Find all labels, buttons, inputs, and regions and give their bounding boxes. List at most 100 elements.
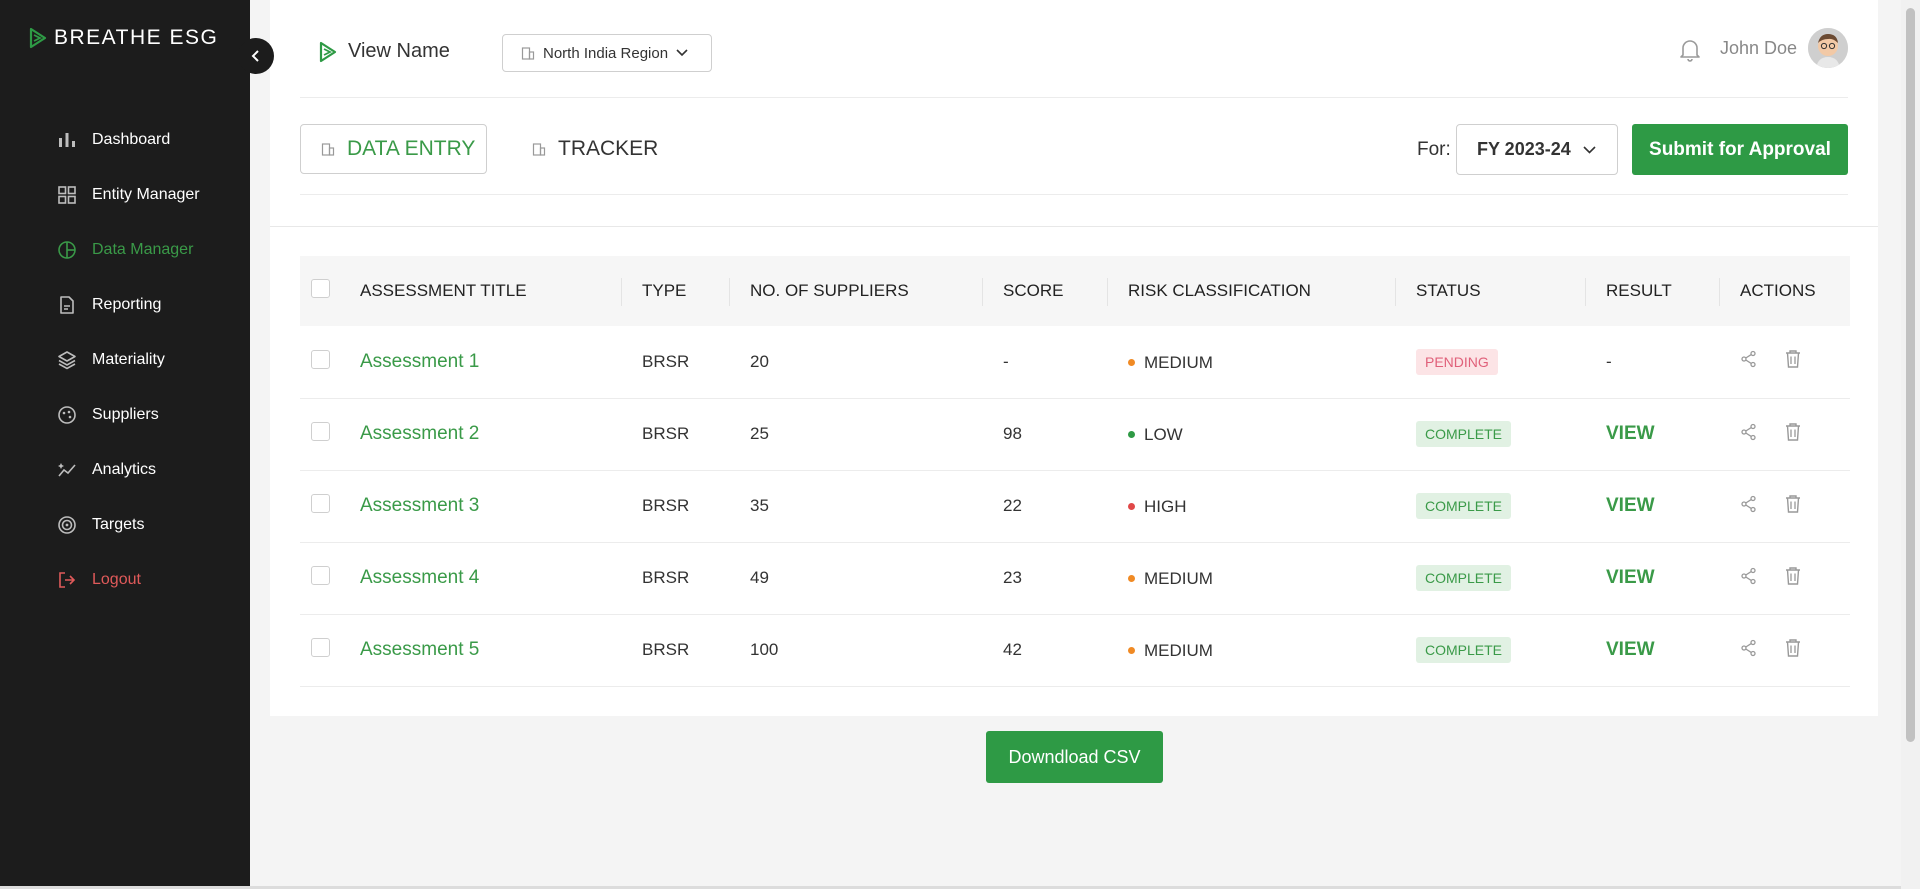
risk-dot — [1128, 431, 1135, 439]
submit-for-approval-button[interactable]: Submit for Approval — [1632, 124, 1848, 175]
chevron-left-icon — [251, 50, 259, 62]
status-badge: COMPLETE — [1416, 493, 1512, 519]
column-header: ASSESSMENT TITLE — [360, 281, 527, 300]
suppliers-cell: 100 — [750, 640, 779, 659]
scrollbar-thumb[interactable] — [1906, 8, 1915, 742]
risk-classification: LOW — [1128, 425, 1183, 445]
chevron-down-icon — [1583, 145, 1596, 154]
trash-icon[interactable] — [1784, 638, 1802, 663]
risk-label: HIGH — [1144, 496, 1187, 516]
assessment-title-link[interactable]: Assessment 1 — [360, 351, 479, 372]
sidebar-item-reporting[interactable]: Reporting — [0, 277, 250, 332]
risk-classification: MEDIUM — [1128, 641, 1213, 661]
brand-logo[interactable]: BREATHE ESG — [28, 26, 218, 50]
view-result-link[interactable]: VIEW — [1606, 639, 1655, 660]
sidebar-item-targets[interactable]: Targets — [0, 497, 250, 552]
assessment-title-link[interactable]: Assessment 2 — [360, 423, 479, 444]
avatar-image — [1808, 28, 1848, 68]
region-select[interactable]: North India Region — [502, 34, 712, 72]
row-checkbox[interactable] — [311, 638, 330, 657]
view-name[interactable]: View Name — [318, 40, 450, 63]
trash-icon[interactable] — [1784, 566, 1802, 591]
palette-icon — [58, 405, 76, 424]
trash-icon[interactable] — [1784, 349, 1802, 374]
pie-chart-icon — [58, 240, 76, 259]
view-result-link[interactable]: VIEW — [1606, 567, 1655, 588]
trash-icon[interactable] — [1784, 494, 1802, 519]
row-checkbox[interactable] — [311, 566, 330, 585]
fiscal-year-select[interactable]: FY 2023-24 — [1456, 124, 1618, 175]
status-badge: COMPLETE — [1416, 421, 1512, 447]
assessment-title-link[interactable]: Assessment 4 — [360, 567, 479, 588]
region-select-value: North India Region — [543, 44, 669, 62]
sidebar-item-suppliers[interactable]: Suppliers — [0, 387, 250, 442]
brand-name: BREATHE ESG — [54, 26, 219, 49]
sidebar: BREATHE ESG Dashboard Entity Manager Dat… — [0, 0, 250, 889]
type-cell: BRSR — [642, 568, 690, 587]
sidebar-collapse-button[interactable] — [238, 38, 274, 74]
for-label: For: — [1417, 139, 1451, 160]
avatar[interactable] — [1808, 28, 1848, 68]
logout-icon — [59, 571, 76, 588]
bar-chart-icon — [59, 132, 75, 147]
header-divider — [300, 97, 1848, 98]
scrollbar[interactable] — [1901, 0, 1920, 889]
risk-dot — [1128, 359, 1135, 366]
share-icon[interactable] — [1740, 495, 1758, 518]
tab-tracker[interactable]: TRACKER — [532, 124, 658, 174]
tab-label: DATA ENTRY — [347, 137, 476, 160]
user-name[interactable]: John Doe — [1720, 38, 1797, 59]
download-csv-button[interactable]: Downdload CSV — [986, 731, 1163, 783]
risk-dot — [1128, 503, 1135, 511]
column-header: RESULT — [1606, 281, 1672, 300]
status-badge: COMPLETE — [1416, 565, 1512, 591]
table-header-row: ASSESSMENT TITLE TYPE NO. OF SUPPLIERS S… — [300, 256, 1850, 326]
assessment-title-link[interactable]: Assessment 5 — [360, 639, 479, 660]
tab-data-entry[interactable]: DATA ENTRY — [300, 124, 487, 174]
assessment-table: ASSESSMENT TITLE TYPE NO. OF SUPPLIERS S… — [300, 256, 1850, 687]
score-cell: 98 — [1003, 424, 1022, 443]
risk-label: LOW — [1144, 424, 1183, 444]
table-row: Assessment 3 BRSR 35 22 HIGH COMPLETE VI… — [300, 470, 1850, 542]
suppliers-cell: 35 — [750, 496, 769, 515]
column-header: STATUS — [1416, 281, 1481, 300]
share-icon[interactable] — [1740, 350, 1758, 373]
type-cell: BRSR — [642, 640, 690, 659]
risk-dot — [1128, 647, 1135, 655]
column-header: ACTIONS — [1740, 281, 1816, 300]
sidebar-item-dashboard[interactable]: Dashboard — [0, 112, 250, 167]
row-checkbox[interactable] — [311, 422, 330, 441]
column-header: NO. OF SUPPLIERS — [750, 281, 909, 300]
table-row: Assessment 4 BRSR 49 23 MEDIUM COMPLETE … — [300, 542, 1850, 614]
risk-classification: HIGH — [1128, 497, 1187, 517]
column-header: SCORE — [1003, 281, 1064, 300]
table-row: Assessment 2 BRSR 25 98 LOW COMPLETE VIE… — [300, 398, 1850, 470]
tabs-divider — [300, 194, 1848, 195]
risk-classification: MEDIUM — [1128, 353, 1213, 373]
trash-icon[interactable] — [1784, 422, 1802, 447]
sidebar-item-logout[interactable]: Logout — [0, 552, 250, 607]
score-cell: 42 — [1003, 640, 1022, 659]
column-header: RISK CLASSIFICATION — [1128, 281, 1311, 300]
sidebar-item-entity-manager[interactable]: Entity Manager — [0, 167, 250, 222]
building-icon — [532, 143, 546, 156]
sidebar-item-materiality[interactable]: Materiality — [0, 332, 250, 387]
sidebar-item-data-manager[interactable]: Data Manager — [0, 222, 250, 277]
status-badge: COMPLETE — [1416, 637, 1512, 663]
assessment-title-link[interactable]: Assessment 3 — [360, 495, 479, 516]
share-icon[interactable] — [1740, 423, 1758, 446]
sidebar-item-analytics[interactable]: Analytics — [0, 442, 250, 497]
row-checkbox[interactable] — [311, 494, 330, 513]
risk-label: MEDIUM — [1144, 640, 1213, 660]
suppliers-cell: 20 — [750, 351, 769, 371]
bell-icon[interactable] — [1678, 37, 1702, 63]
view-result-link[interactable]: VIEW — [1606, 495, 1655, 516]
suppliers-cell: 49 — [750, 568, 769, 587]
share-icon[interactable] — [1740, 567, 1758, 590]
score-cell: 22 — [1003, 496, 1022, 515]
select-all-checkbox[interactable] — [311, 279, 330, 298]
view-result-link[interactable]: VIEW — [1606, 423, 1655, 444]
brand-logo-icon — [29, 27, 47, 49]
row-checkbox[interactable] — [311, 349, 330, 369]
share-icon[interactable] — [1740, 639, 1758, 662]
